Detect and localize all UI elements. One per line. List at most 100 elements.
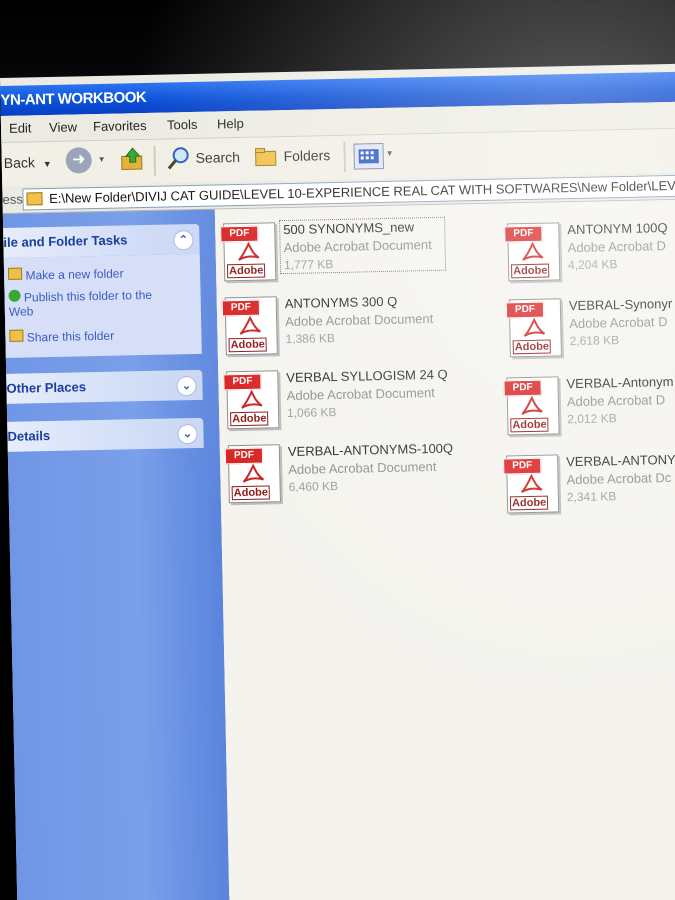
task-label: Make a new folder bbox=[25, 266, 124, 283]
chevron-down-icon: ▼ bbox=[42, 158, 52, 170]
search-label: Search bbox=[195, 148, 241, 166]
pdf-file-icon: PDF Adobe bbox=[221, 296, 278, 356]
pdf-file-icon: PDF Adobe bbox=[503, 376, 560, 436]
file-item[interactable]: PDF Adobe VERBAL-Antonym Adobe Acrobat D… bbox=[503, 372, 675, 443]
file-type: Adobe Acrobat D bbox=[569, 314, 668, 332]
file-size: 6,460 KB bbox=[288, 479, 339, 495]
file-name: ANTONYMS 300 Q bbox=[284, 293, 398, 312]
back-label: Back bbox=[3, 154, 36, 171]
search-button[interactable]: Search bbox=[165, 144, 240, 172]
file-folder-tasks-header[interactable]: ile and Folder Tasks ⌃ bbox=[3, 223, 200, 258]
task-label: Publish this folder to the Web bbox=[8, 287, 153, 319]
adobe-label: Adobe bbox=[231, 485, 271, 501]
panel-title: Other Places bbox=[6, 379, 87, 396]
panel-title: ile and Folder Tasks bbox=[3, 232, 128, 250]
file-size: 1,777 KB bbox=[283, 257, 334, 273]
file-name: VERBAL SYLLOGISM 24 Q bbox=[286, 366, 448, 386]
file-item[interactable]: PDF Adobe VEBRAL-Synonyr Adobe Acrobat D… bbox=[505, 294, 675, 365]
file-item[interactable]: PDF Adobe 500 SYNONYMS_new Adobe Acrobat… bbox=[220, 216, 464, 289]
pdf-file-icon: PDF Adobe bbox=[504, 222, 561, 282]
file-item[interactable]: PDF Adobe ANTONYM 100Q Adobe Acrobat D 4… bbox=[504, 218, 675, 289]
adobe-label: Adobe bbox=[226, 263, 266, 279]
file-size: 2,341 KB bbox=[566, 489, 617, 505]
acrobat-swirl-icon bbox=[523, 317, 546, 337]
chevron-down-icon[interactable]: ▼ bbox=[98, 155, 106, 164]
adobe-label: Adobe bbox=[230, 411, 269, 427]
pdf-badge: PDF bbox=[505, 301, 545, 319]
panel-title: Details bbox=[7, 428, 51, 444]
pdf-badge: PDF bbox=[223, 373, 262, 391]
other-places-header[interactable]: Other Places ⌄ bbox=[6, 369, 203, 404]
file-type: Adobe Acrobat Dc bbox=[566, 470, 672, 488]
acrobat-swirl-icon bbox=[238, 241, 260, 261]
folders-icon bbox=[255, 147, 277, 167]
pdf-file-icon: PDF Adobe bbox=[503, 454, 560, 514]
views-grid-icon bbox=[358, 149, 379, 164]
menu-view[interactable]: View bbox=[49, 119, 77, 135]
pdf-badge: PDF bbox=[503, 379, 542, 397]
pdf-badge: PDF bbox=[220, 225, 259, 243]
chevron-down-icon[interactable]: ▼ bbox=[386, 149, 394, 158]
menu-help[interactable]: Help bbox=[217, 116, 244, 132]
details-header[interactable]: Details ⌄ bbox=[7, 417, 204, 452]
file-type: Adobe Acrobat D bbox=[567, 238, 667, 256]
acrobat-swirl-icon bbox=[521, 395, 543, 415]
file-folder-tasks-body: Make a new folder Publish this folder to… bbox=[3, 253, 202, 358]
views-button[interactable] bbox=[353, 142, 384, 170]
globe-icon bbox=[8, 289, 21, 302]
file-size: 2,012 KB bbox=[567, 411, 617, 427]
file-size: 1,386 KB bbox=[285, 331, 336, 347]
file-name: VEBRAL-Synonyr bbox=[568, 295, 673, 314]
file-name: ANTONYM 100Q bbox=[567, 220, 668, 238]
adobe-label: Adobe bbox=[512, 339, 552, 355]
new-folder-icon bbox=[7, 267, 23, 280]
up-folder-icon[interactable] bbox=[119, 146, 146, 173]
pdf-badge: PDF bbox=[504, 225, 543, 243]
file-name: VERBAL-ANTONYN bbox=[566, 451, 675, 470]
expand-icon[interactable]: ⌄ bbox=[177, 423, 198, 445]
menu-favorites[interactable]: Favorites bbox=[93, 118, 147, 134]
file-item[interactable]: PDF Adobe VERBAL SYLLOGISM 24 Q Adobe Ac… bbox=[223, 366, 467, 437]
folder-icon bbox=[26, 192, 43, 206]
file-list: PDF Adobe 500 SYNONYMS_new Adobe Acrobat… bbox=[214, 199, 675, 900]
forward-arrow-icon[interactable]: ➜ bbox=[65, 147, 93, 174]
acrobat-swirl-icon bbox=[521, 473, 543, 494]
file-type: Adobe Acrobat Document bbox=[283, 236, 432, 256]
file-size: 1,066 KB bbox=[286, 405, 337, 421]
acrobat-swirl-icon bbox=[241, 389, 263, 409]
file-size: 4,204 KB bbox=[567, 257, 618, 273]
folders-button[interactable]: Folders bbox=[253, 142, 330, 170]
pdf-badge: PDF bbox=[503, 457, 542, 475]
acrobat-swirl-icon bbox=[522, 241, 544, 261]
pdf-badge: PDF bbox=[221, 299, 261, 317]
menu-tools[interactable]: Tools bbox=[167, 117, 198, 133]
adobe-label: Adobe bbox=[511, 263, 550, 279]
acrobat-swirl-icon bbox=[242, 463, 265, 483]
pdf-file-icon: PDF Adobe bbox=[220, 222, 277, 282]
expand-icon[interactable]: ⌄ bbox=[176, 375, 197, 397]
pdf-badge: PDF bbox=[224, 447, 264, 465]
task-make-folder[interactable]: Make a new folder bbox=[7, 265, 124, 283]
file-item[interactable]: PDF Adobe VERBAL-ANTONYMS-100Q Adobe Acr… bbox=[224, 440, 469, 511]
adobe-label: Adobe bbox=[509, 495, 549, 511]
photo-of-screen: YN-ANT WORKBOOK Edit View Favorites Tool… bbox=[0, 0, 675, 900]
task-publish-folder[interactable]: Publish this folder to the Web bbox=[8, 287, 169, 319]
search-icon bbox=[167, 147, 189, 170]
toolbar-separator bbox=[153, 145, 157, 176]
file-name: 500 SYNONYMS_new bbox=[283, 219, 415, 238]
file-item[interactable]: PDF Adobe ANTONYMS 300 Q Adobe Acrobat D… bbox=[221, 292, 466, 363]
file-name: VERBAL-ANTONYMS-100Q bbox=[287, 440, 454, 460]
menu-edit[interactable]: Edit bbox=[9, 120, 32, 135]
adobe-label: Adobe bbox=[228, 337, 268, 353]
toolbar-separator bbox=[343, 141, 347, 172]
file-name: VERBAL-Antonym bbox=[566, 373, 674, 392]
pdf-file-icon: PDF Adobe bbox=[505, 298, 562, 358]
back-button[interactable]: Back ▼ bbox=[4, 154, 52, 171]
collapse-icon[interactable]: ⌃ bbox=[173, 229, 194, 251]
pdf-file-icon: PDF Adobe bbox=[223, 370, 280, 430]
task-share-folder[interactable]: Share this folder bbox=[9, 328, 114, 345]
file-item[interactable]: PDF Adobe VERBAL-ANTONYN Adobe Acrobat D… bbox=[503, 450, 675, 521]
acrobat-swirl-icon bbox=[239, 315, 261, 335]
address-label: ess bbox=[2, 191, 23, 207]
share-folder-icon bbox=[9, 329, 24, 342]
